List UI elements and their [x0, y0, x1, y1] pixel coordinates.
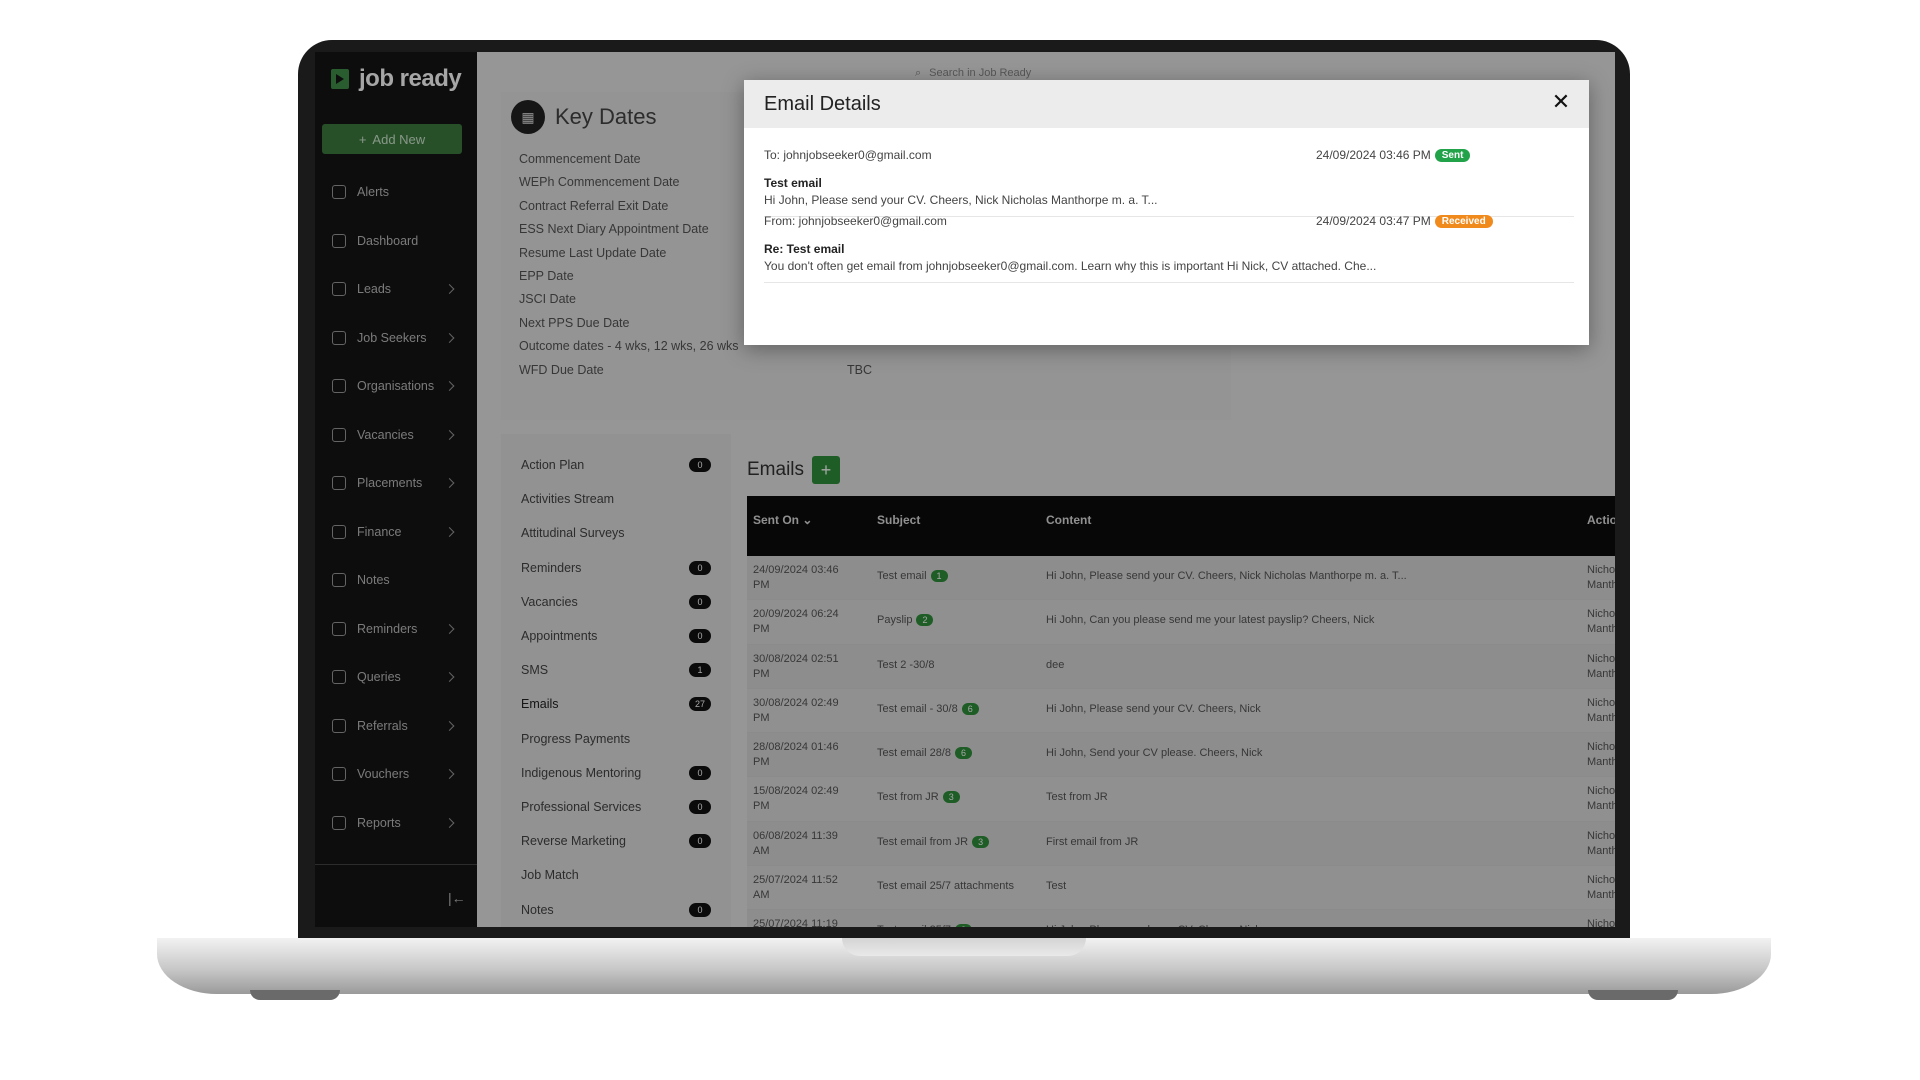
close-icon[interactable]: ✕: [1549, 91, 1573, 115]
status-badge: Sent: [1434, 148, 1471, 162]
laptop-foot-right: [1588, 990, 1678, 1000]
email-subject: Re: Test email: [764, 242, 845, 256]
email-date: 24/09/2024 03:47 PM Received: [1316, 214, 1493, 228]
email-subject: Test email: [764, 176, 822, 190]
email-date: 24/09/2024 03:46 PM Sent: [1316, 148, 1471, 162]
email-timestamp: 24/09/2024 03:47 PM: [1316, 214, 1431, 228]
laptop-notch: [842, 938, 1086, 956]
laptop-foot-left: [250, 990, 340, 1000]
email-entry[interactable]: From: johnjobseeker0@gmail.com 24/09/2024…: [764, 214, 1574, 283]
email-timestamp: 24/09/2024 03:46 PM: [1316, 148, 1431, 162]
email-entry[interactable]: To: johnjobseeker0@gmail.com 24/09/2024 0…: [764, 148, 1574, 217]
modal-title: Email Details: [764, 93, 881, 115]
modal-header: Email Details ✕: [744, 80, 1589, 128]
email-details-modal: Email Details ✕ To: johnjobseeker0@gmail…: [744, 80, 1589, 345]
status-badge: Received: [1434, 214, 1493, 228]
email-snippet: You don't often get email from johnjobse…: [764, 259, 1377, 273]
email-snippet: Hi John, Please send your CV. Cheers, Ni…: [764, 193, 1158, 207]
screen: job ready + Add New Alerts Dashboard Leads…: [315, 52, 1615, 927]
